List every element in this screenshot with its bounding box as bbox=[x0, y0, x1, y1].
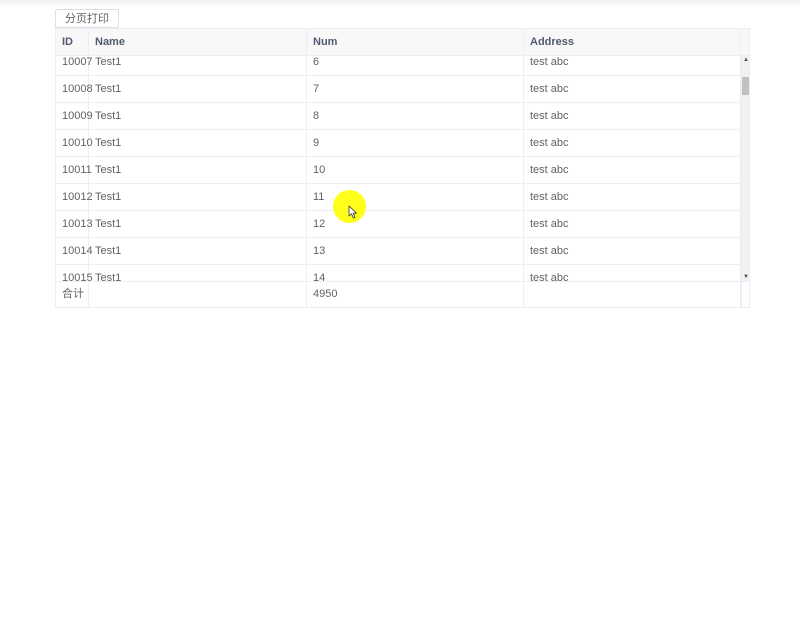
cell-address: test abc bbox=[524, 157, 741, 183]
column-header-num[interactable]: Num bbox=[307, 29, 524, 55]
cell-name: Test1 bbox=[89, 238, 307, 264]
table-row[interactable]: 10012 Test1 11 test abc bbox=[56, 184, 741, 211]
triangle-down-icon[interactable]: ▼ bbox=[742, 273, 750, 281]
data-table: ID Name Num Address 10007 Test1 6 test a… bbox=[55, 28, 750, 308]
cell-num: 7 bbox=[307, 76, 524, 102]
cell-address: test abc bbox=[524, 76, 741, 102]
summary-address bbox=[524, 282, 741, 307]
cell-num: 10 bbox=[307, 157, 524, 183]
cell-id: 10009 bbox=[56, 103, 93, 129]
summary-label: 合计 bbox=[56, 282, 89, 307]
column-header-id[interactable]: ID bbox=[56, 29, 89, 55]
triangle-up-icon[interactable]: ▲ bbox=[742, 56, 750, 64]
cell-address: test abc bbox=[524, 56, 741, 75]
cell-address: test abc bbox=[524, 130, 741, 156]
table-row[interactable]: 10015 Test1 14 test abc bbox=[56, 265, 741, 281]
cell-address: test abc bbox=[524, 238, 741, 264]
cell-name: Test1 bbox=[89, 56, 307, 75]
cell-address: test abc bbox=[524, 265, 741, 281]
table-header: ID Name Num Address bbox=[56, 29, 749, 56]
vertical-scrollbar[interactable]: ▲ ▼ bbox=[741, 56, 749, 281]
cell-num: 6 bbox=[307, 56, 524, 75]
top-shadow bbox=[0, 0, 800, 8]
table-body[interactable]: 10007 Test1 6 test abc 10008 Test1 7 tes… bbox=[56, 56, 741, 281]
cell-name: Test1 bbox=[89, 265, 307, 281]
column-header-address[interactable]: Address bbox=[524, 29, 741, 55]
table-row[interactable]: 10010 Test1 9 test abc bbox=[56, 130, 741, 157]
table-row[interactable]: 10013 Test1 12 test abc bbox=[56, 211, 741, 238]
table-summary-row: 合计 4950 bbox=[56, 281, 749, 307]
table-row[interactable]: 10007 Test1 6 test abc bbox=[56, 56, 741, 76]
cell-id: 10011 bbox=[56, 157, 92, 183]
table-row[interactable]: 10008 Test1 7 test abc bbox=[56, 76, 741, 103]
cell-name: Test1 bbox=[89, 76, 307, 102]
cell-id: 10007 bbox=[56, 56, 93, 75]
header-gutter bbox=[741, 29, 749, 55]
cell-id: 10014 bbox=[56, 238, 93, 264]
cell-num: 8 bbox=[307, 103, 524, 129]
cell-num: 14 bbox=[307, 265, 524, 281]
cell-id: 10015 bbox=[56, 265, 93, 281]
cell-name: Test1 bbox=[89, 211, 307, 237]
cell-id: 10010 bbox=[56, 130, 93, 156]
cell-num: 9 bbox=[307, 130, 524, 156]
cell-name: Test1 bbox=[89, 184, 307, 210]
cell-address: test abc bbox=[524, 211, 741, 237]
print-table-button[interactable]: 分页打印表格 bbox=[55, 9, 119, 42]
cell-address: test abc bbox=[524, 103, 741, 129]
cell-name: Test1 bbox=[89, 157, 307, 183]
cell-id: 10008 bbox=[56, 76, 93, 102]
table-row[interactable]: 10009 Test1 8 test abc bbox=[56, 103, 741, 130]
scrollbar-thumb[interactable] bbox=[742, 77, 749, 95]
summary-gutter bbox=[741, 282, 749, 307]
mouse-pointer-icon bbox=[348, 205, 357, 219]
summary-name bbox=[89, 282, 307, 307]
cell-address: test abc bbox=[524, 184, 741, 210]
summary-num: 4950 bbox=[307, 282, 524, 307]
cell-name: Test1 bbox=[89, 130, 307, 156]
cell-id: 10013 bbox=[56, 211, 93, 237]
table-row[interactable]: 10014 Test1 13 test abc bbox=[56, 238, 741, 265]
cell-name: Test1 bbox=[89, 103, 307, 129]
cell-num: 13 bbox=[307, 238, 524, 264]
table-row[interactable]: 10011 Test1 10 test abc bbox=[56, 157, 741, 184]
cell-id: 10012 bbox=[56, 184, 93, 210]
column-header-name[interactable]: Name bbox=[89, 29, 307, 55]
